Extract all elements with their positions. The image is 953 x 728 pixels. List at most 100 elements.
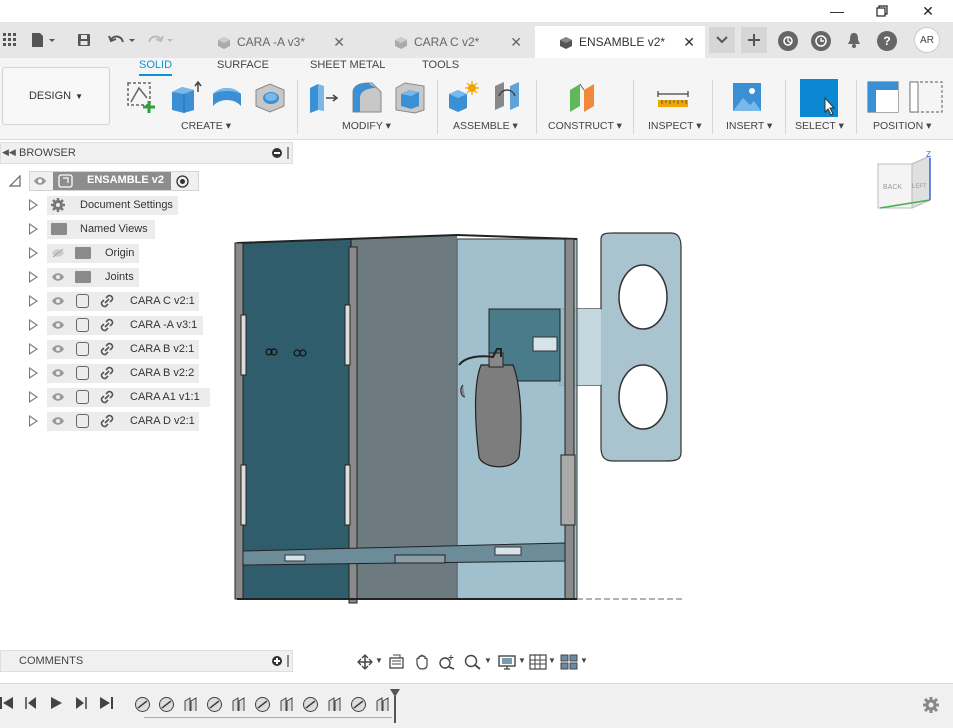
new-tab-plus-icon[interactable] bbox=[741, 27, 767, 53]
inspect-menu[interactable]: INSPECT ▾ bbox=[648, 120, 702, 132]
restore-icon[interactable] bbox=[859, 0, 905, 22]
tab-ensamble[interactable]: ENSAMBLE v2* ✕ bbox=[535, 26, 705, 58]
revert-position-icon[interactable] bbox=[908, 80, 944, 114]
revolve-icon[interactable] bbox=[210, 80, 244, 114]
timeline-feature-rigid-icon[interactable] bbox=[326, 696, 343, 713]
visibility-eye-icon[interactable] bbox=[51, 272, 65, 282]
timeline-feature-joint-icon[interactable] bbox=[134, 696, 151, 713]
browser-collapse-icon[interactable] bbox=[272, 148, 282, 158]
tab-solid[interactable]: SOLID bbox=[139, 59, 173, 76]
tab-sheet-metal[interactable]: SHEET METAL bbox=[310, 59, 385, 71]
timeline-feature-rigid-icon[interactable] bbox=[278, 696, 295, 713]
timeline-feature-rigid-icon[interactable] bbox=[182, 696, 199, 713]
fillet-icon[interactable] bbox=[350, 80, 384, 114]
display-settings-icon[interactable] bbox=[498, 654, 516, 670]
extensions-icon[interactable] bbox=[778, 31, 798, 51]
new-component-icon[interactable] bbox=[446, 80, 480, 114]
collapsed-triangle-icon[interactable] bbox=[29, 415, 38, 427]
caret-down-icon[interactable]: ▼ bbox=[580, 656, 588, 665]
shell-icon[interactable] bbox=[393, 80, 427, 114]
hole-icon[interactable] bbox=[253, 80, 287, 114]
collapsed-triangle-icon[interactable] bbox=[29, 295, 38, 307]
hidden-eye-icon[interactable] bbox=[51, 248, 65, 258]
app-grid-icon[interactable] bbox=[0, 30, 20, 50]
tab-close-icon[interactable]: ✕ bbox=[333, 34, 345, 51]
collapsed-triangle-icon[interactable] bbox=[29, 343, 38, 355]
visibility-eye-icon[interactable] bbox=[33, 176, 47, 186]
visibility-eye-icon[interactable] bbox=[51, 416, 65, 426]
add-comment-icon[interactable] bbox=[272, 656, 282, 666]
joint-icon[interactable] bbox=[490, 80, 524, 114]
workspace-switcher-button[interactable]: DESIGN ▼ bbox=[2, 67, 110, 125]
go-to-end-icon[interactable] bbox=[99, 696, 113, 710]
timeline-feature-joint-icon[interactable] bbox=[158, 696, 175, 713]
measure-icon[interactable] bbox=[656, 80, 690, 114]
capture-position-icon[interactable] bbox=[866, 80, 900, 114]
position-menu[interactable]: POSITION ▾ bbox=[873, 120, 931, 132]
tab-tools[interactable]: TOOLS bbox=[422, 59, 459, 71]
timeline-feature-joint-icon[interactable] bbox=[302, 696, 319, 713]
step-forward-icon[interactable] bbox=[74, 696, 88, 710]
assemble-menu[interactable]: ASSEMBLE ▾ bbox=[453, 120, 518, 132]
collapsed-triangle-icon[interactable] bbox=[29, 223, 38, 235]
visibility-eye-icon[interactable] bbox=[51, 296, 65, 306]
help-icon[interactable]: ? bbox=[877, 31, 897, 51]
job-status-clock-icon[interactable] bbox=[811, 31, 831, 51]
fit-zoom-icon[interactable] bbox=[464, 654, 482, 670]
zoom-icon[interactable] bbox=[438, 654, 456, 670]
create-sketch-icon[interactable] bbox=[125, 80, 159, 114]
tab-surface[interactable]: SURFACE bbox=[217, 59, 269, 71]
go-to-start-icon[interactable] bbox=[0, 696, 14, 710]
modify-menu[interactable]: MODIFY ▾ bbox=[342, 120, 391, 132]
expanded-triangle-icon[interactable] bbox=[9, 175, 21, 187]
insert-menu[interactable]: INSERT ▾ bbox=[726, 120, 772, 132]
collapsed-triangle-icon[interactable] bbox=[29, 391, 38, 403]
select-menu[interactable]: SELECT ▾ bbox=[795, 120, 844, 132]
collapsed-triangle-icon[interactable] bbox=[29, 199, 38, 211]
browser-root-node[interactable]: ENSAMBLE v2 bbox=[0, 169, 293, 193]
collapsed-triangle-icon[interactable] bbox=[29, 271, 38, 283]
play-icon[interactable] bbox=[49, 696, 63, 710]
extrude-icon[interactable] bbox=[168, 80, 202, 114]
file-menu-icon[interactable] bbox=[28, 30, 58, 50]
panel-resize-handle[interactable] bbox=[287, 147, 289, 159]
create-menu[interactable]: CREATE ▾ bbox=[181, 120, 231, 132]
timeline-feature-rigid-icon[interactable] bbox=[230, 696, 247, 713]
caret-down-icon[interactable]: ▼ bbox=[375, 656, 383, 665]
undo-icon[interactable] bbox=[106, 30, 138, 50]
select-tool-button[interactable] bbox=[800, 79, 838, 117]
caret-down-icon[interactable]: ▼ bbox=[518, 656, 526, 665]
tab-close-icon[interactable]: ✕ bbox=[510, 34, 522, 51]
visibility-eye-icon[interactable] bbox=[51, 320, 65, 330]
activate-radio-icon[interactable] bbox=[176, 175, 189, 188]
comments-panel-header[interactable]: COMMENTS bbox=[0, 650, 293, 672]
viewports-icon[interactable] bbox=[560, 654, 578, 670]
visibility-eye-icon[interactable] bbox=[51, 392, 65, 402]
tab-overflow-chevron-icon[interactable] bbox=[709, 27, 735, 53]
minimize-icon[interactable]: — bbox=[814, 0, 860, 22]
construct-menu[interactable]: CONSTRUCT ▾ bbox=[548, 120, 622, 132]
panel-resize-handle[interactable] bbox=[287, 655, 289, 667]
redo-icon[interactable] bbox=[144, 30, 176, 50]
look-at-icon[interactable] bbox=[388, 654, 406, 670]
collapsed-triangle-icon[interactable] bbox=[29, 247, 38, 259]
user-avatar[interactable]: AR bbox=[914, 27, 940, 53]
save-icon[interactable] bbox=[74, 30, 94, 50]
timeline-feature-joint-icon[interactable] bbox=[254, 696, 271, 713]
grid-snap-icon[interactable] bbox=[529, 654, 547, 670]
step-back-icon[interactable] bbox=[24, 696, 38, 710]
view-cube[interactable]: BACK LEFT Z bbox=[868, 150, 938, 216]
notifications-bell-icon[interactable] bbox=[844, 30, 864, 50]
collapse-panel-icon[interactable]: ◀◀ bbox=[2, 147, 16, 158]
pan-hand-icon[interactable] bbox=[413, 654, 431, 670]
tab-cara-c[interactable]: CARA C v2* ✕ bbox=[382, 26, 532, 58]
timeline-feature-joint-icon[interactable] bbox=[206, 696, 223, 713]
tab-cara-a[interactable]: CARA -A v3* ✕ bbox=[205, 26, 355, 58]
tab-close-icon[interactable]: ✕ bbox=[683, 34, 695, 51]
offset-plane-icon[interactable] bbox=[566, 80, 600, 114]
viewport-3d-model[interactable] bbox=[225, 225, 695, 615]
visibility-eye-icon[interactable] bbox=[51, 344, 65, 354]
collapsed-triangle-icon[interactable] bbox=[29, 367, 38, 379]
caret-down-icon[interactable]: ▼ bbox=[484, 656, 492, 665]
collapsed-triangle-icon[interactable] bbox=[29, 319, 38, 331]
